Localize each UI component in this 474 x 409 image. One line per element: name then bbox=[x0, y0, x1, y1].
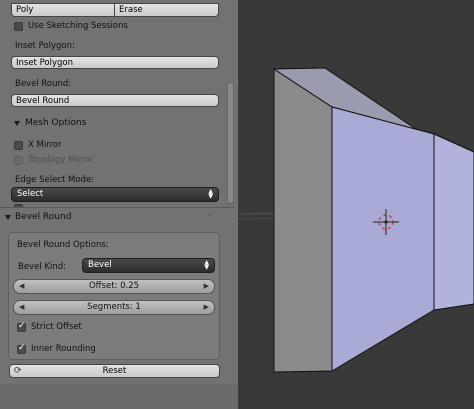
inner-rounding-label: Inner Rounding bbox=[31, 344, 96, 354]
inset-polygon-label: Inset Polygon: bbox=[15, 41, 75, 51]
mesh-front-face bbox=[331, 106, 435, 372]
chevron-down-icon bbox=[14, 121, 20, 126]
segments-slider[interactable]: ◀ Segments: 1 ▶ bbox=[13, 300, 215, 315]
topology-mirror-label: Topology Mirror bbox=[28, 155, 94, 165]
topology-mirror-checkbox[interactable] bbox=[14, 156, 23, 165]
edge-select-mode-dropdown[interactable]: Select ▲ ▼ bbox=[11, 187, 219, 202]
bevel-round-panel-title: Bevel Round bbox=[15, 212, 72, 222]
chevron-updown-icon: ▲ ▼ bbox=[204, 259, 209, 271]
bevel-kind-dropdown[interactable]: Bevel ▲ ▼ bbox=[82, 258, 215, 273]
chevron-down-icon bbox=[5, 215, 11, 220]
use-sketching-sessions-checkbox[interactable] bbox=[14, 22, 23, 31]
bevel-round-panel-header[interactable]: Bevel Round bbox=[0, 208, 226, 227]
mesh-options-header[interactable]: Mesh Options bbox=[0, 114, 226, 133]
poly-button[interactable]: Poly bbox=[11, 3, 115, 17]
mesh-side-face bbox=[273, 68, 333, 373]
arrow-right-icon[interactable]: ▶ bbox=[204, 280, 209, 293]
offset-slider[interactable]: ◀ Offset: 0.25 ▶ bbox=[13, 279, 215, 294]
strict-offset-label: Strict Offset bbox=[31, 322, 82, 332]
bevel-round-options-label: Bevel Round Options: bbox=[17, 240, 109, 250]
arrow-left-icon[interactable]: ◀ bbox=[19, 280, 24, 293]
tool-shelf-panel: Poly Erase Use Sketching Sessions Inset … bbox=[0, 0, 238, 409]
bottom-divider bbox=[0, 384, 238, 409]
3d-mesh-view bbox=[238, 67, 474, 373]
edge-select-mode-value: Select bbox=[17, 189, 44, 199]
x-mirror-checkbox[interactable] bbox=[14, 141, 23, 150]
reset-button[interactable]: ⟳ Reset bbox=[9, 364, 220, 378]
use-sketching-sessions-label: Use Sketching Sessions bbox=[28, 21, 128, 31]
reset-label: Reset bbox=[102, 366, 127, 376]
x-mirror-label: X Mirror bbox=[28, 140, 62, 150]
bevel-kind-value: Bevel bbox=[88, 260, 112, 270]
segments-value: Segments: 1 bbox=[87, 302, 141, 312]
erase-button[interactable]: Erase bbox=[114, 3, 219, 17]
refresh-icon: ⟳ bbox=[14, 366, 22, 376]
bevel-kind-label: Bevel Kind: bbox=[18, 262, 66, 272]
chevron-updown-icon: ▲ ▼ bbox=[208, 188, 213, 200]
panel-scrollbar[interactable] bbox=[227, 82, 234, 204]
strict-offset-checkbox[interactable] bbox=[17, 321, 26, 332]
3d-viewport[interactable] bbox=[238, 0, 474, 409]
mesh-options-title: Mesh Options bbox=[25, 118, 87, 128]
offset-value: Offset: 0.25 bbox=[88, 281, 140, 291]
mesh-bevel-face bbox=[433, 133, 474, 311]
inner-rounding-checkbox[interactable] bbox=[17, 343, 26, 354]
arrow-left-icon[interactable]: ◀ bbox=[19, 301, 24, 314]
bevel-round-label: Bevel Round: bbox=[15, 79, 72, 89]
bevel-round-button[interactable]: Bevel Round bbox=[11, 94, 219, 107]
edge-select-mode-label: Edge Select Mode: bbox=[15, 175, 95, 185]
arrow-right-icon[interactable]: ▶ bbox=[204, 301, 209, 314]
inset-polygon-button[interactable]: Inset Polygon bbox=[11, 56, 219, 69]
bevel-options-box bbox=[8, 232, 220, 360]
drag-grip-icon[interactable]: ⁄⁄⁄ bbox=[209, 211, 210, 219]
